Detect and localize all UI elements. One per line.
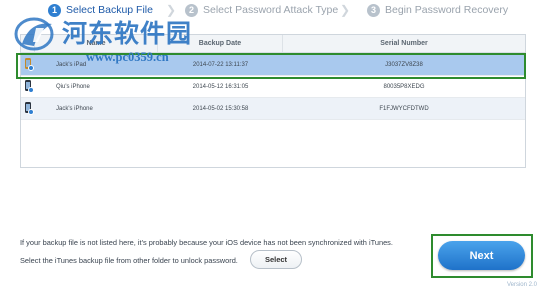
watermark-title: 河东软件园: [62, 19, 193, 48]
row-name: Jack's iPhone: [56, 105, 93, 112]
iphone-icon: [24, 102, 34, 115]
row-name: Qiu's iPhone: [56, 83, 90, 90]
version-label: Version 2.0: [506, 282, 537, 288]
step-3-label: Begin Password Recovery: [385, 4, 509, 16]
row-serial: F1FJWYCFDTWD: [379, 105, 429, 112]
row-backup-date: 2014-07-22 13:11:37: [192, 61, 249, 68]
device-icon-cell: [21, 76, 35, 97]
step-3: 3 Begin Password Recovery: [367, 2, 508, 18]
step-3-number: 3: [367, 3, 380, 17]
step-1-number: 1: [48, 3, 61, 17]
device-icon-cell: [21, 54, 35, 75]
row-serial: 80035P8XEDG: [383, 83, 425, 90]
header-serial-number[interactable]: Serial Number: [283, 35, 525, 52]
iphone-icon: [24, 80, 34, 93]
step-2-label: Select Password Attack Type: [203, 4, 339, 16]
select-button[interactable]: Select: [250, 250, 302, 269]
watermark-url: www.pc0359.cn: [86, 50, 169, 64]
step-2: 2 Select Password Attack Type: [185, 2, 338, 18]
row-backup-date: 2014-05-12 16:31:05: [192, 83, 249, 90]
row-serial: J3037ZV8Z38: [385, 61, 423, 68]
instruction-text: Select the iTunes backup file from other…: [20, 256, 238, 265]
device-icon-cell: [21, 98, 35, 119]
row-backup-date: 2014-05-02 15:30:58: [192, 105, 249, 112]
chevron-right-icon: ❯: [340, 3, 351, 17]
ipad-icon: [24, 58, 34, 71]
info-text: If your backup file is not listed here, …: [20, 238, 393, 247]
watermark-logo-icon: [14, 17, 54, 51]
table-row[interactable]: Jack's iPhone 2014-05-02 15:30:58 F1FJWY…: [21, 98, 525, 120]
table-row[interactable]: Qiu's iPhone 2014-05-12 16:31:05 80035P8…: [21, 76, 525, 98]
next-button[interactable]: Next: [438, 241, 525, 270]
